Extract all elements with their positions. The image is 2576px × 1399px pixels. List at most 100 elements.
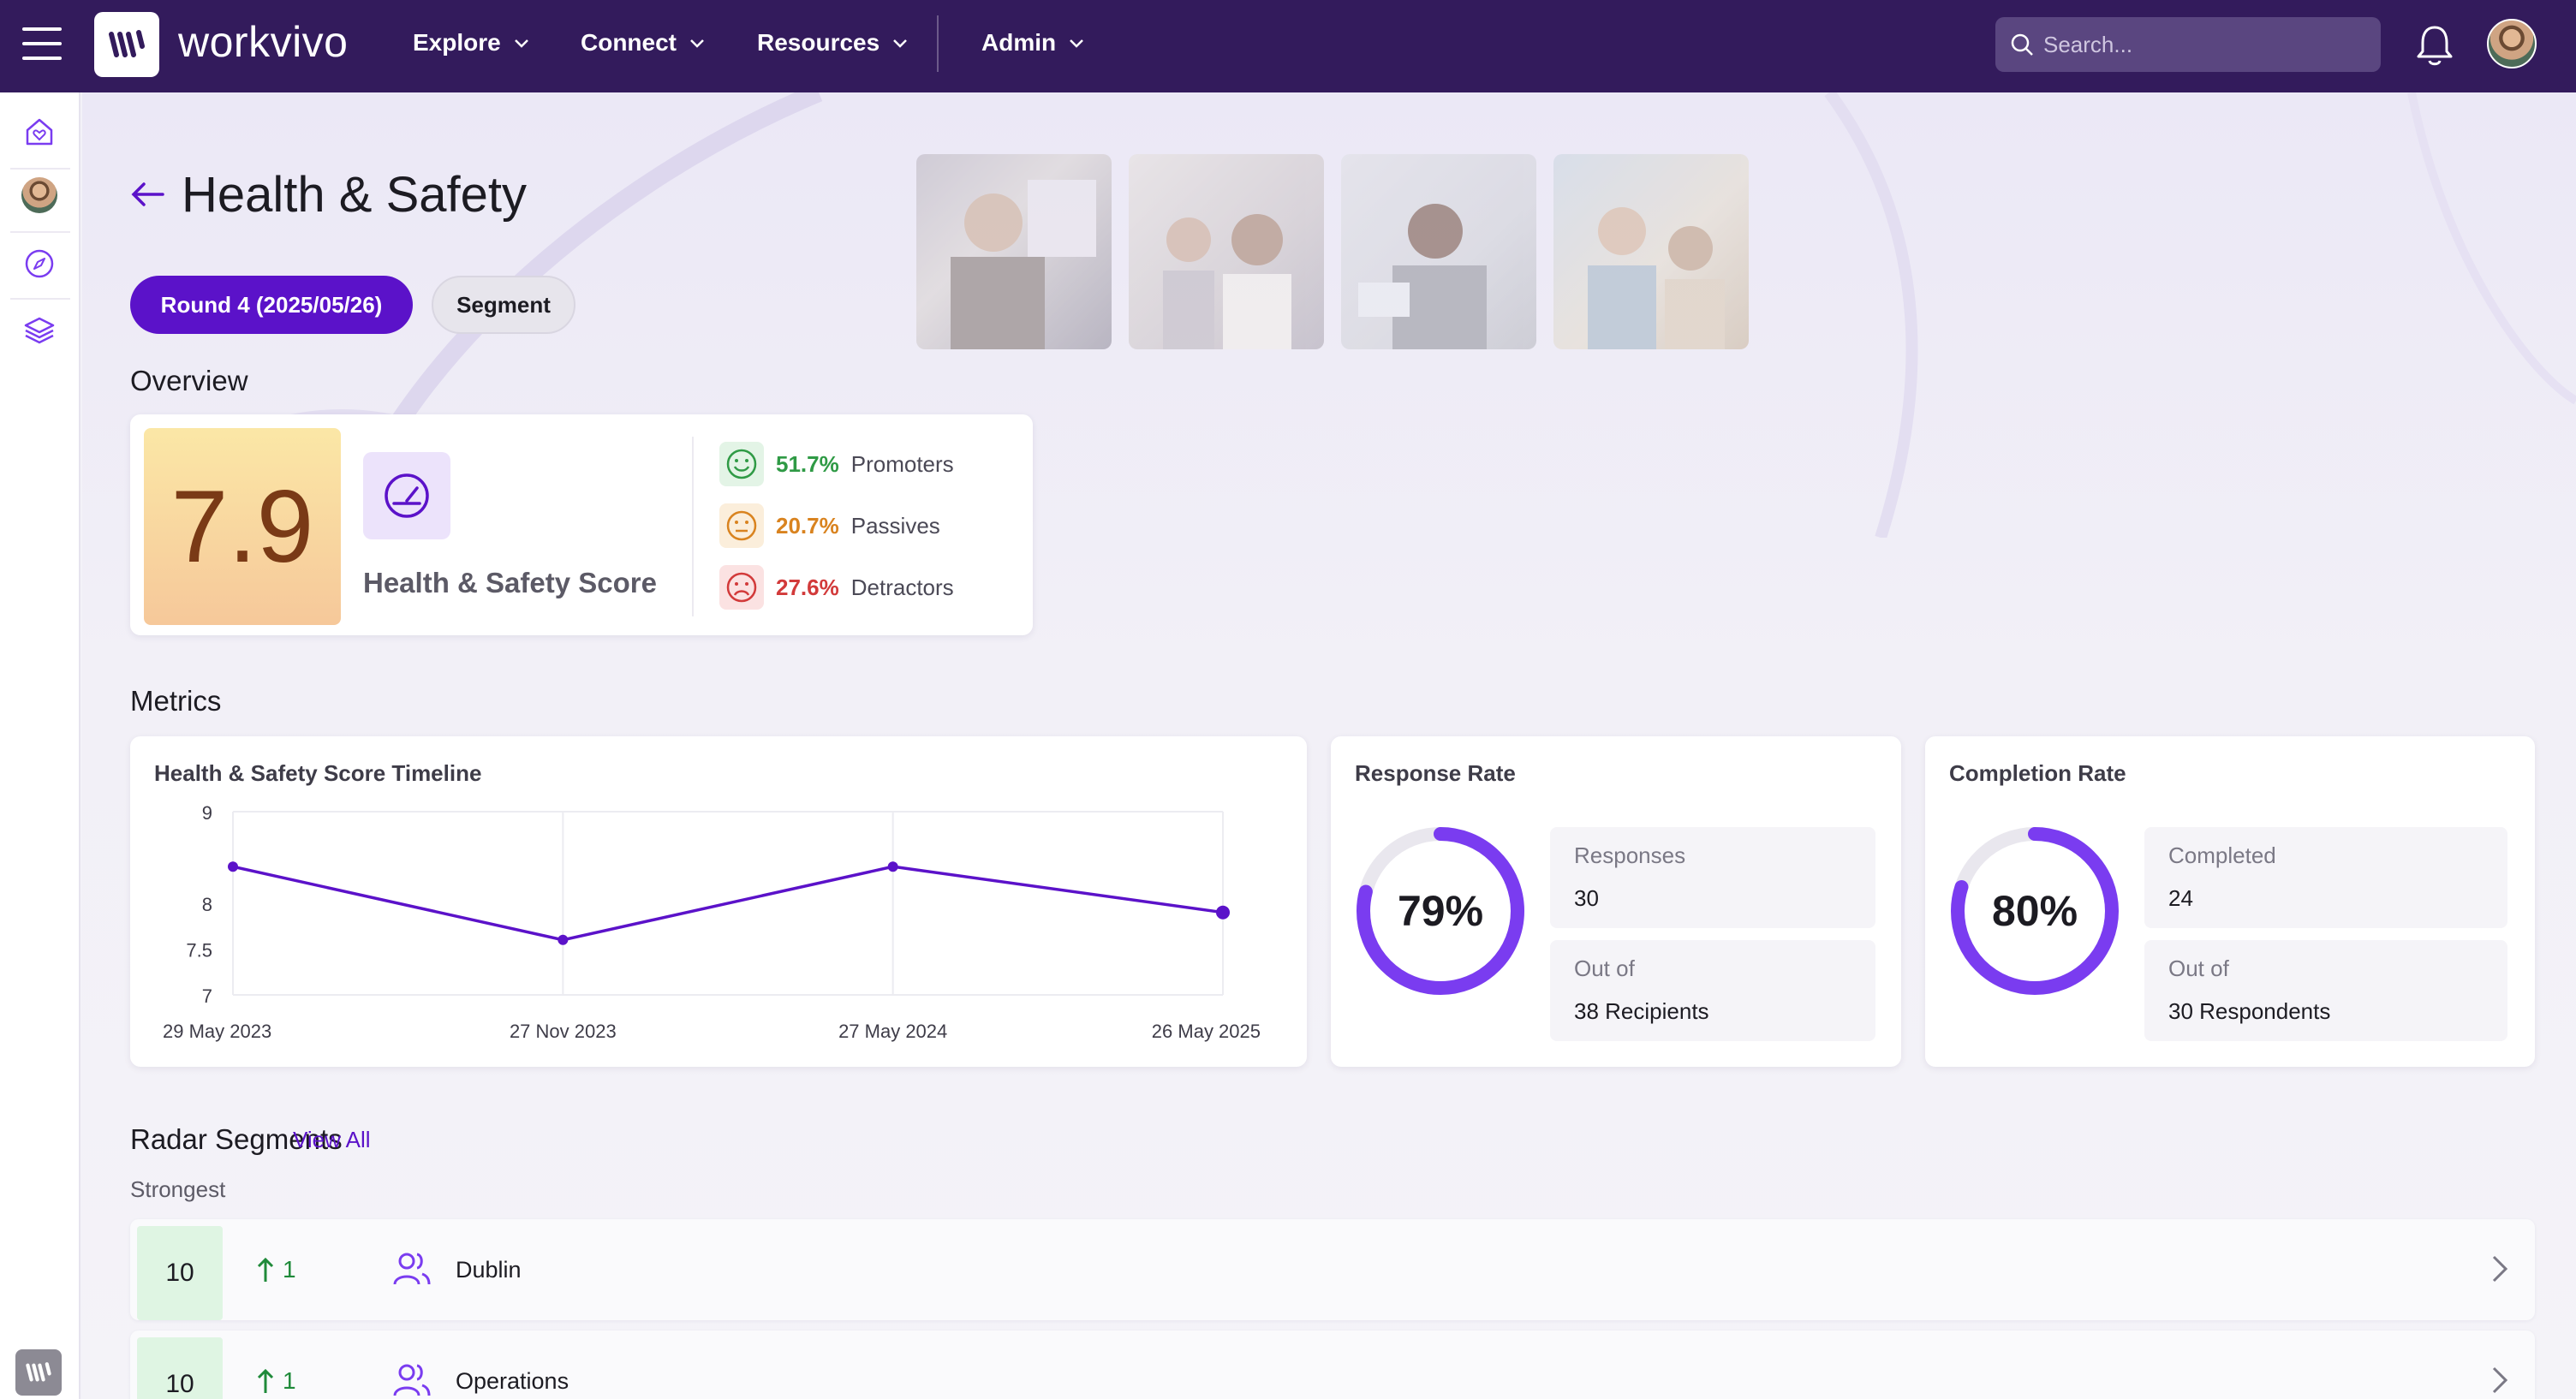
responses-stat: Responses 30: [1550, 827, 1875, 928]
segment-score: 10: [137, 1337, 223, 1399]
gauge-icon: [363, 452, 450, 539]
respondents-label: Out of: [2168, 955, 2229, 981]
brand-name[interactable]: workvivo: [178, 17, 348, 67]
nav-admin[interactable]: Admin: [981, 29, 1085, 57]
segment-change-value: 1: [283, 1256, 296, 1283]
overview-heading: Overview: [130, 365, 248, 396]
divider: [692, 437, 694, 616]
timeline-chart: 9 8 7.5 7 29 May 2023 27 Nov 2023 27 May 2024 2…: [163, 802, 1261, 1042]
series-line: [232, 865, 1224, 942]
responses-value: 30: [1574, 885, 1599, 911]
promoters-percent: 51.7%: [776, 450, 839, 477]
round-selector-button[interactable]: Round 4 (2025/05/26): [130, 276, 413, 334]
header-photo-4: [1553, 154, 1749, 349]
search-input[interactable]: [2043, 31, 2369, 58]
search-box[interactable]: [1995, 17, 2381, 72]
x-tick-label: 27 May 2024: [838, 1021, 947, 1042]
recipients-value: 38 Recipients: [1574, 998, 1709, 1024]
timeline-card: Health & Safety Score Timeline 9 8 7.5 7 29 …: [130, 736, 1307, 1067]
nav-explore-label: Explore: [413, 29, 501, 56]
nav-connect[interactable]: Connect: [581, 29, 706, 57]
overview-card: 7.9 Health & Safety Score 51.7% Promoter…: [130, 414, 1033, 635]
menu-icon[interactable]: [22, 27, 62, 60]
strongest-label: Strongest: [130, 1176, 226, 1202]
nav-explore[interactable]: Explore: [413, 29, 530, 57]
segment-score: 10: [137, 1226, 223, 1320]
chevron-down-icon: [893, 39, 908, 48]
chevron-right-icon[interactable]: [2490, 1253, 2509, 1284]
response-rate-card: Response Rate 79% Responses 30 Out of 38…: [1331, 736, 1901, 1067]
y-tick-label: 8: [202, 894, 212, 915]
header-photo-3: [1341, 154, 1536, 349]
segment-change: 1: [257, 1219, 296, 1320]
header-photo-1: [916, 154, 1112, 349]
response-rate-title: Response Rate: [1355, 760, 1516, 786]
sidebar-divider: [10, 231, 70, 233]
radar-segment-row[interactable]: 10 1 Dublin: [130, 1219, 2535, 1320]
passives-row: 20.7% Passives: [719, 503, 940, 548]
score-value: 7.9: [144, 428, 341, 625]
score-label: Health & Safety Score: [363, 567, 657, 598]
segment-name: Operations: [456, 1367, 569, 1394]
page-title: Health & Safety: [182, 167, 527, 223]
users-group-icon: [393, 1253, 431, 1285]
user-avatar[interactable]: [2487, 19, 2537, 68]
completed-value: 24: [2168, 885, 2193, 911]
chevron-down-icon: [514, 39, 528, 48]
workvivo-small-logo-icon[interactable]: [15, 1349, 62, 1396]
recipients-label: Out of: [1574, 955, 1635, 981]
chevron-right-icon[interactable]: [2490, 1365, 2509, 1396]
nav-connect-label: Connect: [581, 29, 677, 56]
x-tick-label: 26 May 2025: [1152, 1021, 1261, 1042]
home-heart-icon[interactable]: [19, 111, 60, 152]
left-sidebar: [0, 92, 80, 1399]
layers-icon[interactable]: [19, 310, 60, 351]
detractors-label: Detractors: [850, 574, 954, 600]
detractors-row: 27.6% Detractors: [719, 565, 954, 610]
workvivo-logo-icon[interactable]: [94, 12, 159, 77]
detractors-percent: 27.6%: [776, 574, 839, 600]
nav-admin-label: Admin: [981, 29, 1057, 56]
completion-rate-percent: 80%: [1991, 887, 2078, 935]
top-navigation-bar: workvivo Explore Connect Resources Admin: [0, 0, 2576, 92]
arrow-up-icon: [257, 1368, 274, 1393]
neutral-face-icon: [719, 503, 764, 548]
respondents-stat: Out of 30 Respondents: [2144, 940, 2507, 1041]
chevron-down-icon: [1070, 39, 1083, 48]
passives-percent: 20.7%: [776, 512, 839, 539]
arrow-up-icon: [257, 1257, 274, 1282]
y-tick-label: 7: [202, 985, 212, 1007]
notifications-bell-icon[interactable]: [2413, 22, 2456, 68]
promoters-row: 51.7% Promoters: [719, 442, 954, 486]
radar-segment-row[interactable]: 10 1 Operations: [130, 1331, 2535, 1399]
frown-icon: [719, 565, 764, 610]
completion-rate-ring: 80%: [1949, 825, 2120, 997]
data-point: [228, 861, 238, 872]
smile-icon: [719, 442, 764, 486]
sidebar-divider: [10, 298, 70, 300]
compass-icon[interactable]: [19, 243, 60, 284]
response-rate-ring: 79%: [1355, 825, 1526, 997]
search-icon: [2011, 33, 2033, 56]
responses-label: Responses: [1574, 842, 1686, 868]
y-tick-label: 9: [202, 802, 212, 824]
sidebar-profile-avatar[interactable]: [19, 175, 60, 216]
back-arrow-icon[interactable]: [128, 180, 166, 209]
nav-resources[interactable]: Resources: [757, 29, 909, 57]
completion-rate-title: Completion Rate: [1949, 760, 2126, 786]
x-tick-label: 29 May 2023: [163, 1021, 271, 1042]
recipients-stat: Out of 38 Recipients: [1550, 940, 1875, 1041]
passives-label: Passives: [850, 512, 940, 539]
header-photo-2: [1129, 154, 1324, 349]
promoters-label: Promoters: [850, 450, 954, 477]
segment-name: Dublin: [456, 1256, 522, 1283]
segment-change: 1: [257, 1331, 296, 1399]
nav-divider: [937, 15, 939, 72]
data-point: [1216, 905, 1230, 920]
segment-change-value: 1: [283, 1367, 296, 1394]
response-rate-percent: 79%: [1397, 887, 1484, 935]
view-all-link[interactable]: View All: [293, 1127, 371, 1153]
data-point: [887, 861, 898, 872]
users-group-icon: [393, 1364, 431, 1396]
segment-button[interactable]: Segment: [432, 276, 575, 334]
